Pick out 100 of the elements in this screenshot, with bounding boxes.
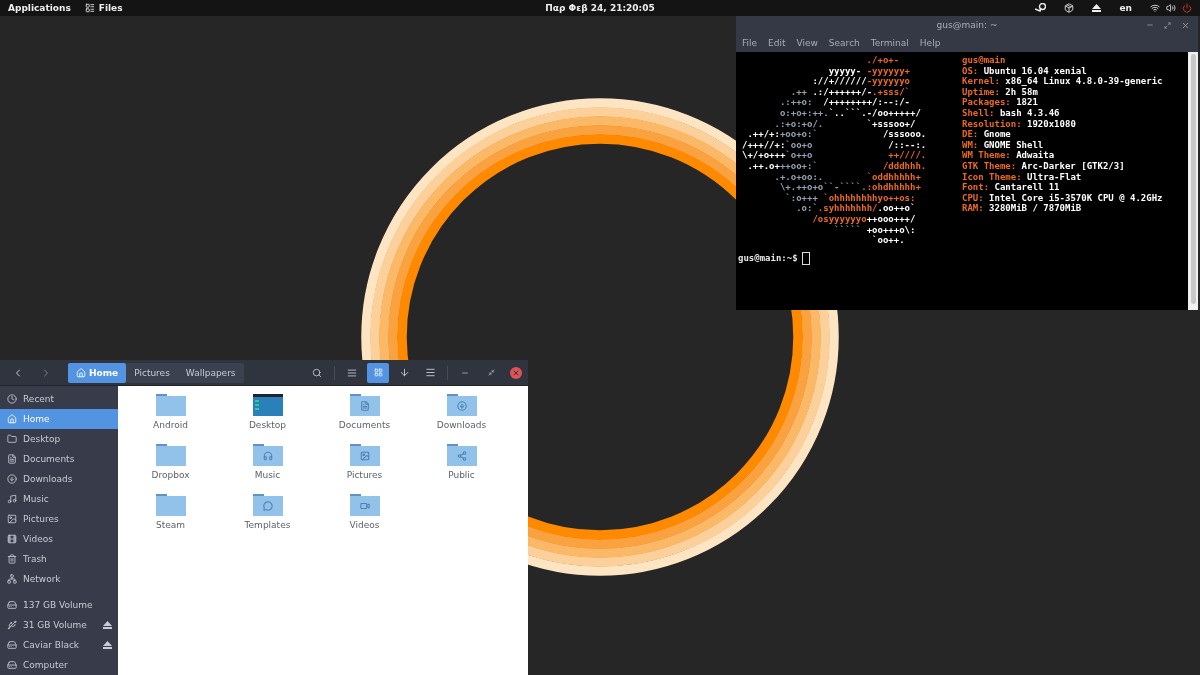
sidebar-item[interactable]: Trash bbox=[0, 549, 118, 569]
info-line: Packages: 1821 bbox=[962, 97, 1039, 108]
ascii-art-line: .++ .:/++++++/-.+sss/` bbox=[789, 86, 911, 98]
folder-name[interactable]: Templates bbox=[244, 520, 291, 530]
info-line: CPU: Intel Core i5-3570K CPU @ 4.2GHz bbox=[962, 192, 1163, 203]
ascii-art-line: .++.o+++oo+:` /dddhhh. bbox=[746, 160, 928, 172]
info-line: RAM: 3280MiB / 7870MiB bbox=[962, 203, 1083, 214]
scrollbar-thumb[interactable] bbox=[1190, 54, 1196, 304]
drive-icon bbox=[7, 640, 17, 650]
sidebar-item[interactable]: 31 GB Volume bbox=[0, 615, 118, 635]
folder-icon bbox=[349, 494, 380, 516]
maximize-icon[interactable] bbox=[1164, 21, 1171, 29]
box-icon[interactable] bbox=[1064, 3, 1075, 13]
sidebar-item[interactable]: Network bbox=[0, 569, 118, 589]
eject-icon[interactable] bbox=[103, 641, 112, 649]
list-icon bbox=[347, 367, 357, 378]
folder-name[interactable]: Steam bbox=[155, 520, 186, 530]
sidebar-item[interactable]: Documents bbox=[0, 449, 118, 469]
folder-icon bbox=[155, 444, 186, 466]
info-line: OS: Ubuntu 16.04 xenial bbox=[962, 65, 1088, 76]
volume-icon[interactable] bbox=[1166, 3, 1176, 13]
documents-icon bbox=[7, 454, 17, 464]
ascii-art-line: /+++//+:`oo+o /::--:. bbox=[742, 139, 928, 150]
videos-icon bbox=[7, 534, 17, 544]
info-line: GTK Theme: Arc-Darker [GTK2/3] bbox=[962, 160, 1126, 172]
info-line: DE: Gnome bbox=[962, 129, 1012, 140]
grid-view-button[interactable] bbox=[367, 362, 389, 383]
folder-icon bbox=[446, 444, 477, 466]
applications-menu[interactable]: Applications bbox=[8, 3, 71, 13]
home-icon bbox=[76, 367, 86, 378]
home-icon bbox=[7, 414, 17, 424]
path-button[interactable]: Pictures bbox=[126, 362, 178, 383]
close-button[interactable] bbox=[510, 366, 522, 379]
trash-icon bbox=[7, 554, 17, 564]
window-title: gus@main: ~ bbox=[936, 20, 998, 30]
menu-item[interactable]: Terminal bbox=[870, 38, 909, 48]
folder-name[interactable]: Music bbox=[254, 470, 281, 480]
info-line: Uptime: 2h 58m bbox=[962, 86, 1039, 98]
ascii-art-line: ````` +oo+++o\: bbox=[833, 224, 917, 235]
info-line: Resolution: 1920x1080 bbox=[962, 118, 1077, 130]
menu-item[interactable]: Edit bbox=[768, 38, 786, 48]
menu-item[interactable]: View bbox=[796, 38, 818, 48]
menu-item[interactable]: Help bbox=[919, 38, 941, 48]
desktop-screen-icon bbox=[252, 394, 283, 416]
grid-icon bbox=[373, 368, 383, 377]
close-icon bbox=[512, 368, 520, 377]
clock[interactable]: Παρ Φεβ 24, 21:20:05 bbox=[545, 3, 655, 13]
sidebar-item[interactable]: Downloads bbox=[0, 469, 118, 489]
arrow-down-icon bbox=[398, 367, 410, 378]
info-line: Shell: bash 4.3.46 bbox=[962, 107, 1061, 119]
info-line: WM Theme: Adwaita bbox=[962, 150, 1056, 161]
info-line: WM: GNOME Shell bbox=[962, 139, 1045, 150]
close-icon[interactable] bbox=[1181, 20, 1190, 30]
ascii-art-line: .:++o: /++++++++/:--:/- bbox=[778, 97, 911, 108]
folder-name[interactable]: Pictures bbox=[346, 470, 383, 480]
sidebar-item[interactable]: Desktop bbox=[0, 429, 118, 449]
sidebar-item[interactable]: Pictures bbox=[0, 509, 118, 529]
ascii-art-line: ://+//////-yyyyyyo bbox=[811, 76, 911, 87]
info-line: Kernel: x86_64 Linux 4.8.0-39-generic bbox=[962, 76, 1163, 87]
sidebar-item[interactable]: Music bbox=[0, 489, 118, 509]
ascii-art-line: ./+o+- bbox=[865, 55, 901, 66]
menu-item[interactable]: Search bbox=[828, 38, 860, 48]
info-header: gus@main bbox=[962, 55, 1007, 66]
menu-item[interactable]: File bbox=[742, 38, 758, 48]
eject-icon[interactable] bbox=[1092, 4, 1102, 12]
app-menu[interactable]: Files bbox=[84, 3, 123, 13]
sidebar-item[interactable]: Computer bbox=[0, 655, 118, 675]
scrollbar[interactable] bbox=[1188, 52, 1198, 310]
downloads-icon bbox=[7, 474, 17, 484]
ascii-art-line: /osyyyyyyo++ooo+++/ bbox=[811, 213, 917, 225]
folder-icon bbox=[155, 494, 186, 516]
folder-name[interactable]: Videos bbox=[349, 520, 380, 530]
ascii-art-line: `oo++. bbox=[871, 235, 906, 246]
path-button[interactable]: Wallpapers bbox=[177, 362, 244, 383]
pictures-icon bbox=[7, 514, 17, 524]
ascii-art-line: \+.++o+o``-````.:ohdhhhhh+ bbox=[778, 182, 922, 193]
ascii-art-line: `:o+++ `ohhhhhhhhyo++os: bbox=[784, 192, 917, 204]
folder-name[interactable]: Downloads bbox=[436, 420, 487, 430]
search-icon bbox=[312, 367, 322, 378]
folder-name[interactable]: Android bbox=[153, 420, 188, 430]
shell-prompt: gus@main:~$ bbox=[738, 252, 798, 264]
folder-name[interactable]: Documents bbox=[338, 420, 391, 430]
info-line: Icon Theme: Ultra-Flat bbox=[962, 171, 1083, 183]
folder-icon bbox=[349, 444, 380, 466]
sidebar-item[interactable]: Caviar Black bbox=[0, 635, 118, 655]
sidebar-item[interactable]: Recent bbox=[0, 389, 118, 409]
wifi-icon[interactable] bbox=[1150, 3, 1160, 13]
power-icon[interactable] bbox=[1182, 3, 1192, 13]
restore-icon bbox=[487, 369, 495, 376]
sidebar-item[interactable]: Videos bbox=[0, 529, 118, 549]
drive-icon bbox=[7, 600, 17, 610]
folder-name[interactable]: Public bbox=[448, 470, 475, 480]
folder-name[interactable]: Desktop bbox=[248, 420, 287, 430]
folder-icon bbox=[349, 394, 380, 416]
eject-icon[interactable] bbox=[103, 621, 112, 629]
folder-icon bbox=[155, 394, 186, 416]
keyboard-layout[interactable]: en bbox=[1119, 3, 1132, 13]
ascii-art-line: .o:`.syhhhhhhh/.oo++o` bbox=[795, 203, 917, 214]
folder-name[interactable]: Dropbox bbox=[151, 470, 190, 480]
sidebar-item[interactable]: 137 GB Volume bbox=[0, 595, 118, 615]
